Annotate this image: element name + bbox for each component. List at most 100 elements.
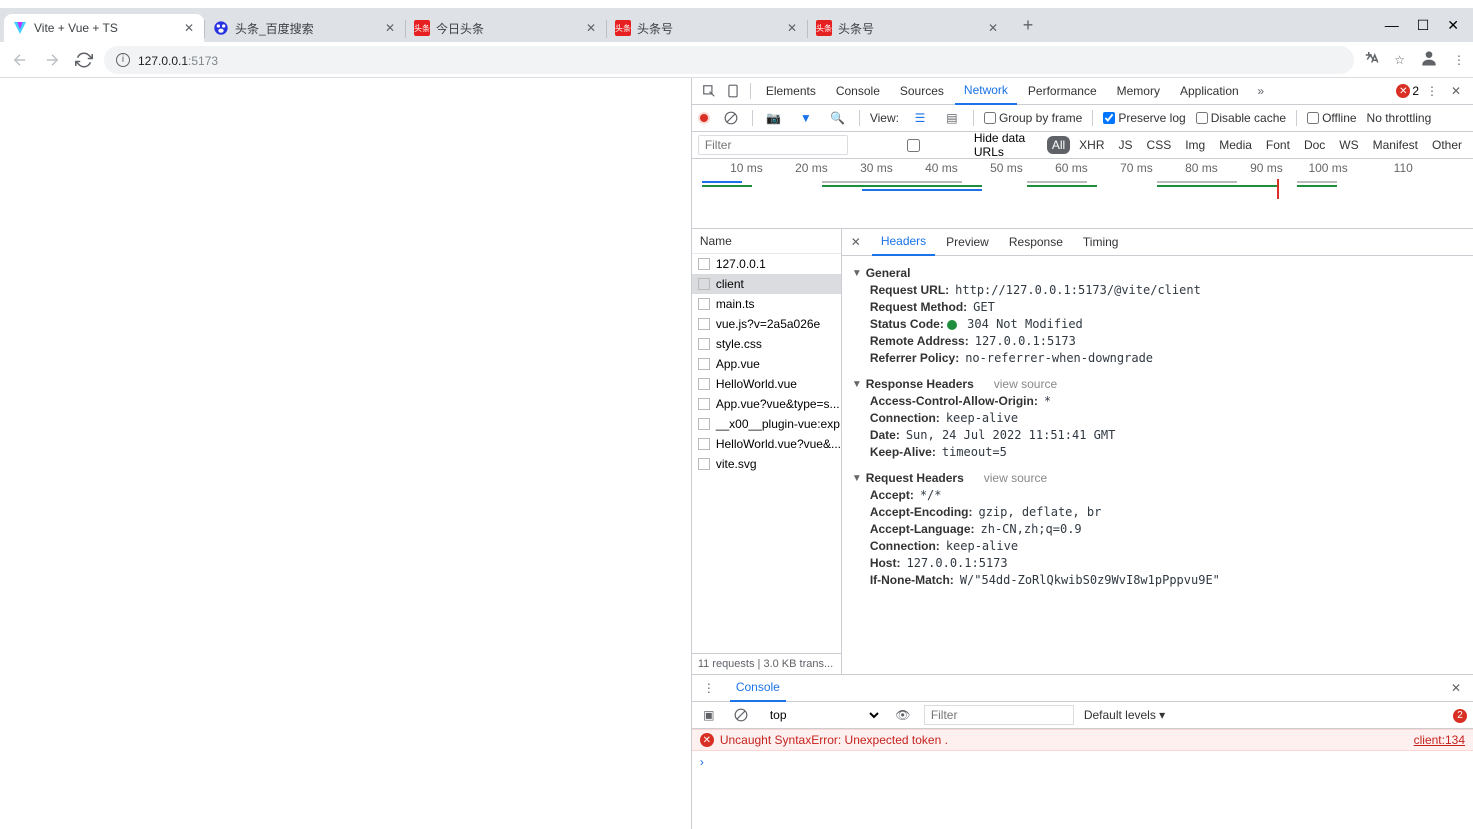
context-select[interactable]: top: [762, 705, 882, 725]
filter-type-media[interactable]: Media: [1214, 136, 1257, 154]
devtools-tab-application[interactable]: Application: [1171, 78, 1248, 105]
device-toggle-icon[interactable]: [722, 80, 744, 102]
request-item[interactable]: style.css: [692, 334, 841, 354]
search-icon[interactable]: 🔍: [827, 107, 849, 129]
overview-icon[interactable]: ▤: [941, 107, 963, 129]
group-by-frame-checkbox[interactable]: Group by frame: [984, 111, 1082, 125]
devtools-tab-elements[interactable]: Elements: [757, 78, 825, 105]
devtools-close-icon[interactable]: ✕: [1445, 80, 1467, 102]
filter-type-img[interactable]: Img: [1180, 136, 1210, 154]
close-detail-icon[interactable]: ✕: [846, 232, 866, 252]
clear-icon[interactable]: [720, 107, 742, 129]
request-item[interactable]: main.ts: [692, 294, 841, 314]
console-tab[interactable]: Console: [730, 675, 786, 702]
console-filter-input[interactable]: [924, 705, 1074, 725]
request-item[interactable]: App.vue: [692, 354, 841, 374]
browser-tab[interactable]: 头条 今日头条 ✕: [406, 14, 606, 42]
large-rows-icon[interactable]: ☰: [909, 107, 931, 129]
request-item[interactable]: HelloWorld.vue: [692, 374, 841, 394]
close-tab-icon[interactable]: ✕: [986, 21, 1000, 35]
profile-icon[interactable]: [1419, 48, 1439, 71]
sidebar-toggle-icon[interactable]: ▣: [698, 704, 720, 726]
devtools-tab-memory[interactable]: Memory: [1108, 78, 1169, 105]
request-list-header[interactable]: Name: [692, 229, 841, 254]
close-drawer-icon[interactable]: ✕: [1445, 677, 1467, 699]
preserve-log-checkbox[interactable]: Preserve log: [1103, 111, 1185, 125]
request-item[interactable]: vue.js?v=2a5a026e: [692, 314, 841, 334]
star-icon[interactable]: ☆: [1394, 53, 1405, 67]
reload-button[interactable]: [72, 48, 96, 72]
record-button[interactable]: [698, 112, 710, 124]
close-tab-icon[interactable]: ✕: [383, 21, 397, 35]
devtools-tab-sources[interactable]: Sources: [891, 78, 953, 105]
window-titlebar: [0, 0, 1473, 8]
offline-checkbox[interactable]: Offline: [1307, 111, 1356, 125]
response-tab[interactable]: Response: [1000, 229, 1072, 256]
browser-tab[interactable]: 头条 头条号 ✕: [808, 14, 1008, 42]
error-source-link[interactable]: client:134: [1414, 733, 1465, 747]
live-expression-icon[interactable]: 👁: [892, 704, 914, 726]
request-item[interactable]: client: [692, 274, 841, 294]
filter-type-xhr[interactable]: XHR: [1074, 136, 1109, 154]
network-waterfall[interactable]: 10 ms 20 ms 30 ms 40 ms 50 ms 60 ms 70 m…: [692, 159, 1473, 229]
back-button[interactable]: [8, 48, 32, 72]
filter-type-other[interactable]: Other: [1427, 136, 1467, 154]
close-tab-icon[interactable]: ✕: [785, 21, 799, 35]
request-item[interactable]: App.vue?vue&type=s...: [692, 394, 841, 414]
timing-tab[interactable]: Timing: [1074, 229, 1128, 256]
devtools-tab-console[interactable]: Console: [827, 78, 889, 105]
translate-icon[interactable]: [1362, 49, 1380, 70]
filter-type-ws[interactable]: WS: [1334, 136, 1363, 154]
menu-icon[interactable]: ⋮: [1453, 53, 1465, 67]
request-item[interactable]: vite.svg: [692, 454, 841, 474]
filter-input[interactable]: [698, 135, 848, 155]
view-source-link[interactable]: view source: [994, 377, 1057, 391]
request-headers-section[interactable]: ▼Request Headersview source: [852, 471, 1463, 485]
log-levels-select[interactable]: Default levels ▾: [1084, 708, 1165, 722]
filter-type-all[interactable]: All: [1047, 136, 1070, 154]
close-tab-icon[interactable]: ✕: [182, 21, 196, 35]
devtools-error-indicator[interactable]: ✕ 2: [1396, 84, 1419, 98]
filter-type-css[interactable]: CSS: [1142, 136, 1177, 154]
camera-icon[interactable]: 📷: [763, 107, 785, 129]
inspect-element-icon[interactable]: [698, 80, 720, 102]
forward-button[interactable]: [40, 48, 64, 72]
omnibox[interactable]: i 127.0.0.1:5173: [104, 46, 1354, 74]
maximize-icon[interactable]: ☐: [1417, 17, 1430, 34]
request-item[interactable]: HelloWorld.vue?vue&...: [692, 434, 841, 454]
devtools-tab-performance[interactable]: Performance: [1019, 78, 1106, 105]
more-tabs-icon[interactable]: »: [1250, 80, 1272, 102]
devtools-menu-icon[interactable]: ⋮: [1421, 80, 1443, 102]
view-source-link[interactable]: view source: [984, 471, 1047, 485]
filter-icon[interactable]: ▼: [795, 107, 817, 129]
console-error-count[interactable]: 2: [1453, 707, 1467, 723]
request-item[interactable]: 127.0.0.1: [692, 254, 841, 274]
console-menu-icon[interactable]: ⋮: [698, 677, 720, 699]
close-tab-icon[interactable]: ✕: [584, 21, 598, 35]
site-info-icon[interactable]: i: [116, 53, 130, 67]
minimize-icon[interactable]: —: [1385, 17, 1399, 34]
disable-cache-checkbox[interactable]: Disable cache: [1196, 111, 1286, 125]
clear-console-icon[interactable]: [730, 704, 752, 726]
general-section[interactable]: ▼General: [852, 266, 1463, 280]
filter-type-js[interactable]: JS: [1114, 136, 1138, 154]
console-prompt[interactable]: ›: [692, 751, 1473, 773]
close-window-icon[interactable]: ✕: [1447, 17, 1459, 34]
response-headers-section[interactable]: ▼Response Headersview source: [852, 377, 1463, 391]
hide-data-urls-checkbox[interactable]: Hide data URLs: [856, 131, 1039, 159]
preview-tab[interactable]: Preview: [937, 229, 998, 256]
console-error-line[interactable]: ✕ Uncaught SyntaxError: Unexpected token…: [692, 729, 1473, 751]
devtools-tab-network[interactable]: Network: [955, 78, 1017, 105]
throttling-select[interactable]: No throttling: [1367, 111, 1432, 125]
filter-type-font[interactable]: Font: [1261, 136, 1295, 154]
browser-tab[interactable]: 头条 头条号 ✕: [607, 14, 807, 42]
browser-tab[interactable]: 头条_百度搜索 ✕: [205, 14, 405, 42]
disclosure-triangle-icon: ▼: [852, 379, 862, 390]
filter-type-manifest[interactable]: Manifest: [1368, 136, 1423, 154]
filter-type-doc[interactable]: Doc: [1299, 136, 1330, 154]
headers-tab[interactable]: Headers: [872, 229, 935, 256]
network-split: Name 127.0.0.1 client main.ts vue.js?v=2…: [692, 229, 1473, 674]
new-tab-button[interactable]: +: [1014, 11, 1042, 39]
request-item[interactable]: __x00__plugin-vue:exp...: [692, 414, 841, 434]
browser-tab[interactable]: Vite + Vue + TS ✕: [4, 14, 204, 42]
